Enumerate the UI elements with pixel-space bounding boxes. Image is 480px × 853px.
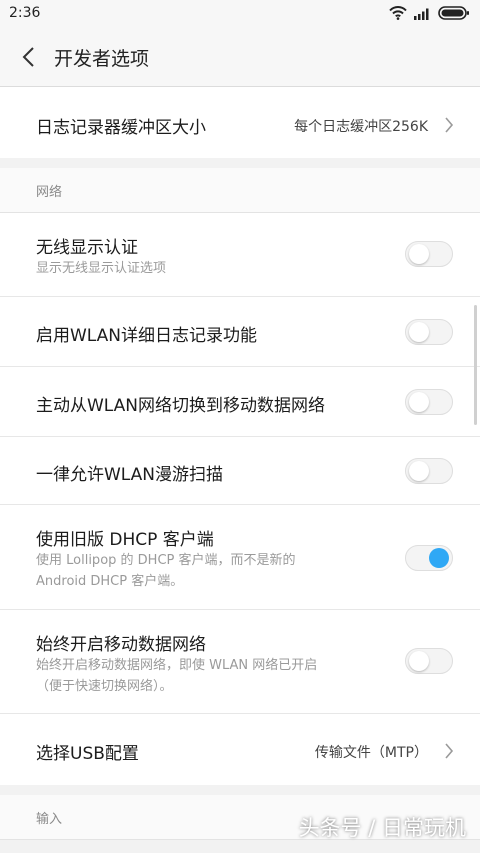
legacy-dhcp-client-row[interactable]: 使用旧版 DHCP 客户端 使用 Lollipop 的 DHCP 客户端，而不是… [0,505,480,610]
input-section-title: 输入 [36,812,63,827]
network-section-title: 网络 [36,185,63,200]
toggle-knob [409,392,429,412]
wlan-verbose-logging-row[interactable]: 启用WLAN详细日志记录功能 [0,297,480,367]
usb-configuration-label: 选择USB配置 [36,744,139,764]
wireless-display-certification-toggle[interactable] [405,241,453,267]
mobile-data-always-on-desc-line1: 始终开启移动数据网络，即使 WLAN 网络已开启 [36,658,318,673]
mobile-data-always-on-row[interactable]: 始终开启移动数据网络 始终开启移动数据网络，即使 WLAN 网络已开启 （便于快… [0,610,480,714]
page-title: 开发者选项 [54,48,150,70]
usb-configuration-row[interactable]: 选择USB配置 传输文件（MTP） [0,714,480,785]
wireless-display-certification-label: 无线显示认证 [36,238,138,258]
status-bar: 2:36 [0,0,480,28]
wlan-roaming-scan-row[interactable]: 一律允许WLAN漫游扫描 [0,437,480,505]
log-buffer-size-value: 每个日志缓冲区256K [294,119,428,135]
toggle-knob [409,461,429,481]
battery-icon [438,6,469,20]
log-buffer-card: 日志记录器缓冲区大小 每个日志缓冲区256K [0,87,480,158]
toggle-knob [409,322,429,342]
wlan-to-mobile-handover-label: 主动从WLAN网络切换到移动数据网络 [36,396,326,416]
wireless-display-certification-desc: 显示无线显示认证选项 [36,261,167,276]
wlan-roaming-scan-toggle[interactable] [405,458,453,484]
scrollbar[interactable] [474,305,477,425]
watermark: 头条号 / 日常玩机 [298,816,466,840]
log-buffer-size-row[interactable]: 日志记录器缓冲区大小 每个日志缓冲区256K [0,87,480,158]
signal-icon [414,8,429,20]
chevron-right-icon [445,117,454,133]
mobile-data-always-on-toggle[interactable] [405,648,453,674]
network-section-header: 网络 [0,168,480,213]
back-arrow-icon[interactable] [18,45,40,69]
status-time: 2:36 [9,5,41,21]
wlan-to-mobile-handover-toggle[interactable] [405,389,453,415]
toggle-knob [409,244,429,264]
wifi-icon [389,6,407,20]
mobile-data-always-on-desc-line2: （便于快速切换网络）。 [36,679,173,694]
chevron-right-icon [445,743,454,759]
log-buffer-size-label: 日志记录器缓冲区大小 [36,118,206,138]
usb-configuration-value: 传输文件（MTP） [314,745,428,761]
legacy-dhcp-client-desc-line1: 使用 Lollipop 的 DHCP 客户端，而不是新的 [36,553,296,568]
wlan-roaming-scan-label: 一律允许WLAN漫游扫描 [36,465,224,485]
wlan-to-mobile-handover-row[interactable]: 主动从WLAN网络切换到移动数据网络 [0,367,480,437]
legacy-dhcp-client-label: 使用旧版 DHCP 客户端 [36,530,214,550]
network-settings-card: 无线显示认证 显示无线显示认证选项 启用WLAN详细日志记录功能 主动从WLAN… [0,213,480,785]
toggle-knob [429,548,449,568]
mobile-data-always-on-label: 始终开启移动数据网络 [36,635,206,655]
legacy-dhcp-client-desc-line2: Android DHCP 客户端。 [36,574,184,589]
toggle-knob [409,651,429,671]
wlan-verbose-logging-toggle[interactable] [405,319,453,345]
wireless-display-certification-row[interactable]: 无线显示认证 显示无线显示认证选项 [0,213,480,297]
title-bar: 开发者选项 [0,28,480,87]
wlan-verbose-logging-label: 启用WLAN详细日志记录功能 [36,326,258,346]
legacy-dhcp-client-toggle[interactable] [405,545,453,571]
status-icons [389,6,470,20]
